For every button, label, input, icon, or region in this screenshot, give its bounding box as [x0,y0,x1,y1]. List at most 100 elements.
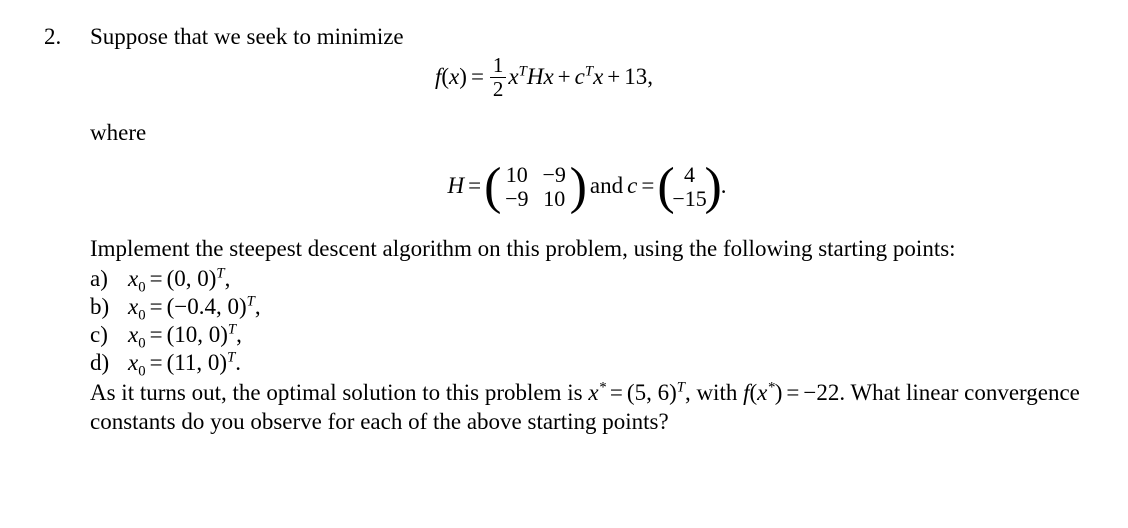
matrix-row: −9 10 [498,187,573,212]
punctuation: , [236,322,242,348]
equals-sign: = [149,294,163,320]
matrix-cell: 4 [684,161,696,187]
equation-objective-function: f(x) = 1 2 xTHx + cTx +13, [4,54,1084,102]
list-item-math: x0 = (0, 0)T, [128,265,231,295]
equals-sign: = [786,380,800,406]
paren-close: ) [459,64,467,90]
matrix-cell: −15 [672,186,707,212]
matrix-H-grid: 10 −9 −9 10 [498,161,573,212]
term1-variable-x2: x [543,64,554,90]
punctuation: , [224,266,231,292]
definitions-block: where H =( 10 −9 −9 10) and c = (4 −15… [90,118,1084,436]
vector-values: 0, 0 [174,266,209,292]
vector-values: −0.4, 0 [174,294,239,320]
equals-sign: = [470,64,484,90]
equals-sign: = [149,322,163,348]
list-item-label: d) [90,350,110,376]
fraction-denominator: 2 [492,77,504,102]
optimal-values: 5, 6 [634,380,670,406]
x-symbol: x [128,266,139,292]
term2-vector-c: c [574,64,585,90]
problem-number: 2. [44,24,62,49]
term2-variable-x: x [593,64,604,90]
paren-close: ) [238,294,247,320]
starting-points-list: a) x0 = (0, 0)T, b) x0 = (−0.4, 0)T, c) x0 =(… [90,265,1084,379]
transpose-superscript: T [676,379,685,396]
where-label: where [90,118,1084,147]
conclusion-text-b: , with [684,380,744,406]
list-item-math: x0 = (10, 0)T, [128,321,242,351]
paren-close: ) [219,350,228,376]
transpose-superscript: T [246,293,255,310]
paren-close: ) [669,380,677,406]
x-star-symbol: x [588,380,599,406]
instruction-paragraph: Implement the steepest descent algorithm… [90,236,956,262]
term1-transpose-superscript: T [518,63,527,80]
matrix-row: 4 [670,161,708,188]
matrix-H-paren-left: ( [484,158,502,216]
problem-block: 2. Suppose that we seek to minimize f(x)… [44,22,1084,436]
star-superscript: * [767,379,775,396]
vector-values: 10, 0 [174,322,221,348]
equals-sign-H: = [468,172,482,198]
paren-open: ( [441,64,450,90]
list-item-label: a) [90,266,108,292]
document-page: 2. Suppose that we seek to minimize f(x)… [0,0,1128,528]
variable-x: x [449,64,460,90]
transpose-superscript: T [227,321,237,338]
vector-c: ( 4 −15 ) [657,158,722,216]
plus-sign-2: + [607,64,621,90]
where-text: where [90,119,147,145]
x-symbol: x [128,294,139,320]
equals-sign: = [149,266,163,292]
term1-matrix-H: H [526,64,544,90]
x-symbol: x [757,380,768,406]
list-item: c) x0 = (10, 0)T, [90,321,1084,351]
x-symbol: x [128,322,139,348]
matrix-row: 10 −9 [498,161,573,188]
list-item-label: b) [90,294,110,320]
matrix-symbol-H: H [447,172,465,198]
equals-sign: = [149,350,163,376]
matrix-cell: −9 [505,186,529,212]
vector-symbol-c: c [627,172,638,198]
list-item: a) x0 = (0, 0)T, [90,265,1084,295]
x-star-superscript: * [598,379,606,396]
constant-term: 13 [624,64,648,90]
equation-objective-expression: f(x) = 1 2 xTHx + cTx +13, [435,54,654,100]
term2-transpose-superscript: T [584,63,594,80]
conclusion-text-a: As it turns out, the optimal solution to… [90,380,589,406]
vector-c-grid: 4 −15 [670,161,708,212]
list-item: d) x0 = (11, 0)T. [90,349,1084,379]
punctuation: , [254,294,261,320]
problem-heading: 2. Suppose that we seek to minimize [44,22,1084,52]
list-item-math: x0 = (−0.4, 0)T, [128,293,261,323]
plus-sign-1: + [557,64,571,90]
punctuation: . [235,350,241,376]
list-item-math: x0 = (11, 0)T. [128,349,241,379]
equals-sign: = [609,380,623,406]
vector-values: 11, 0 [174,350,220,376]
term1-variable-x: x [508,64,519,90]
equation-matrix-definitions: H =( 10 −9 −9 10) and c = (4 −15) . [90,161,1084,213]
paren-open: ( [626,380,635,406]
matrix-H-paren-right: ) [569,158,587,216]
optimal-value: −22. [803,380,846,406]
vector-c-paren-left: ( [657,158,675,216]
matrix-definitions-expression: H =( 10 −9 −9 10) and c = (4 −15) . [447,161,726,213]
x-symbol: x [128,350,139,376]
matrix-row: −15 [670,187,708,212]
matrix-cell: 10 [505,161,528,187]
problem-prompt: Suppose that we seek to minimize [90,24,404,49]
fraction-numerator: 1 [492,53,504,77]
conclusion-paragraph: As it turns out, the optimal solution to… [90,378,1085,436]
transpose-superscript: T [216,265,225,282]
conjunction-and: and [589,172,624,198]
list-item: b) x0 = (−0.4, 0)T, [90,293,1084,323]
matrix-H: ( 10 −9 −9 10) [484,158,587,216]
vector-c-paren-right: ) [704,158,722,216]
matrix-cell: 10 [543,186,566,212]
trailing-comma: , [647,64,654,90]
matrix-cell: −9 [542,161,566,187]
paren-open: ( [749,380,758,406]
